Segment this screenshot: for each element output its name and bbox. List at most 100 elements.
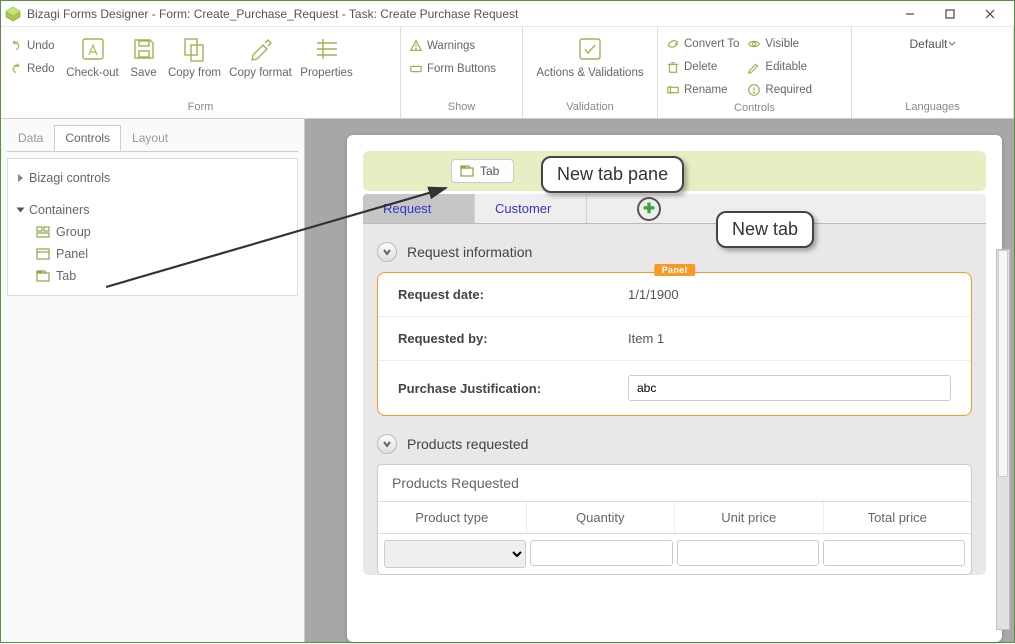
- sidebar-tab-layout[interactable]: Layout: [121, 125, 179, 151]
- ribbon-group-validation: Validation: [523, 100, 657, 118]
- delete-button[interactable]: Delete: [666, 56, 717, 78]
- editable-button[interactable]: Editable: [747, 56, 807, 78]
- checkout-label: Check-out: [66, 67, 118, 79]
- undo-button[interactable]: Undo: [9, 35, 55, 57]
- app-logo-icon: [5, 6, 21, 22]
- input-justification[interactable]: [628, 375, 951, 401]
- properties-icon: [313, 35, 341, 63]
- tab-icon: [460, 164, 474, 178]
- redo-label: Redo: [27, 63, 55, 75]
- checkout-button[interactable]: Check-out: [63, 35, 123, 79]
- chevron-down-icon: [377, 434, 397, 454]
- chevron-down-icon: [377, 242, 397, 262]
- copyfrom-label: Copy from: [168, 67, 221, 79]
- ribbon-group-show: Show: [401, 100, 522, 118]
- copyfrom-button[interactable]: Copy from: [165, 35, 225, 79]
- draggable-tab-chip[interactable]: Tab: [451, 159, 514, 183]
- validation-icon: [576, 35, 604, 63]
- grid-title: Products Requested: [378, 465, 971, 502]
- tab-icon: [36, 269, 50, 283]
- rename-button[interactable]: Rename: [666, 79, 727, 101]
- editable-icon: [747, 60, 761, 74]
- caret-down-icon: [17, 208, 25, 213]
- value-request-date: 1/1/1900: [628, 287, 951, 302]
- tree-label: Tab: [56, 269, 76, 283]
- rename-label: Rename: [684, 84, 727, 96]
- tree-item-containers[interactable]: Containers: [16, 199, 289, 221]
- language-default-button[interactable]: Default: [909, 37, 955, 51]
- section-title: Products requested: [407, 436, 528, 452]
- delete-icon: [666, 60, 680, 74]
- sidebar-tab-controls[interactable]: Controls: [54, 125, 121, 151]
- add-tab-button[interactable]: ✚: [637, 197, 661, 221]
- tree-item-tab[interactable]: Tab: [16, 265, 289, 287]
- redo-button[interactable]: Redo: [9, 58, 55, 80]
- convert-icon: [666, 37, 680, 51]
- save-icon: [130, 35, 158, 63]
- grid-products[interactable]: Products Requested Product type Quantity…: [377, 464, 972, 575]
- tree-label: Group: [56, 225, 91, 239]
- warnings-label: Warnings: [427, 40, 475, 52]
- minimize-button[interactable]: [890, 2, 930, 26]
- input-unit-price[interactable]: [677, 540, 819, 566]
- save-label: Save: [130, 67, 156, 79]
- required-icon: [747, 83, 761, 97]
- col-product-type: Product type: [378, 502, 527, 533]
- section-title: Request information: [407, 244, 532, 260]
- ribbon-group-form: Form: [1, 100, 400, 118]
- properties-button[interactable]: Properties: [297, 35, 357, 79]
- undo-label: Undo: [27, 40, 55, 52]
- add-tab-ring: ✚: [637, 197, 661, 221]
- form-canvas[interactable]: Tab Request Customer ✚ Request informati…: [347, 135, 1002, 642]
- copyformat-button[interactable]: Copy format: [225, 35, 297, 79]
- visible-label: Visible: [765, 38, 799, 50]
- panel-request-info[interactable]: Panel Request date: 1/1/1900 Requested b…: [377, 272, 972, 416]
- tree-label: Containers: [29, 203, 89, 217]
- input-product-type[interactable]: [384, 540, 526, 568]
- tree-item-bizagi-controls[interactable]: Bizagi controls: [16, 167, 289, 189]
- formbuttons-label: Form Buttons: [427, 63, 496, 75]
- copyfrom-icon: [181, 35, 209, 63]
- save-button[interactable]: Save: [123, 35, 165, 79]
- warnings-button[interactable]: Warnings: [409, 35, 475, 57]
- undo-icon: [9, 39, 23, 53]
- group-icon: [36, 225, 50, 239]
- delete-label: Delete: [684, 61, 717, 73]
- col-unit-price: Unit price: [675, 502, 824, 533]
- maximize-button[interactable]: [930, 2, 970, 26]
- editable-label: Editable: [765, 61, 807, 73]
- tree-label: Bizagi controls: [29, 171, 110, 185]
- panel-badge: Panel: [654, 264, 696, 276]
- sidebar-tab-data[interactable]: Data: [7, 125, 54, 151]
- tree-item-group[interactable]: Group: [16, 221, 289, 243]
- visible-button[interactable]: Visible: [747, 33, 799, 55]
- dropdown-caret-icon: [948, 40, 956, 48]
- label-requested-by: Requested by:: [398, 331, 628, 346]
- scroll-thumb[interactable]: [998, 250, 1008, 477]
- plus-icon: ✚: [643, 200, 655, 217]
- window-title: Bizagi Forms Designer - Form: Create_Pur…: [27, 7, 890, 21]
- section-products-header[interactable]: Products requested: [377, 430, 972, 464]
- tree-item-panel[interactable]: Panel: [16, 243, 289, 265]
- form-tab-customer[interactable]: Customer: [475, 194, 587, 223]
- actions-label: Actions & Validations: [536, 67, 643, 79]
- input-quantity[interactable]: [530, 540, 672, 566]
- checkout-icon: [79, 35, 107, 63]
- form-tab-request[interactable]: Request: [363, 194, 475, 223]
- input-total-price[interactable]: [823, 540, 965, 566]
- ribbon-group-languages: Languages: [852, 100, 1013, 118]
- actions-validations-button[interactable]: Actions & Validations: [531, 35, 649, 79]
- label-request-date: Request date:: [398, 287, 628, 302]
- caret-right-icon: [18, 174, 23, 182]
- convert-button[interactable]: Convert To: [666, 33, 739, 55]
- formbuttons-button[interactable]: Form Buttons: [409, 58, 496, 80]
- close-button[interactable]: [970, 2, 1010, 26]
- copyformat-label: Copy format: [229, 67, 292, 79]
- panel-icon: [36, 247, 50, 261]
- vertical-scrollbar[interactable]: [996, 249, 1010, 630]
- value-requested-by: Item 1: [628, 331, 951, 346]
- warnings-icon: [409, 39, 423, 53]
- rename-icon: [666, 83, 680, 97]
- callout-new-tab: New tab: [716, 211, 814, 248]
- required-button[interactable]: Required: [747, 79, 812, 101]
